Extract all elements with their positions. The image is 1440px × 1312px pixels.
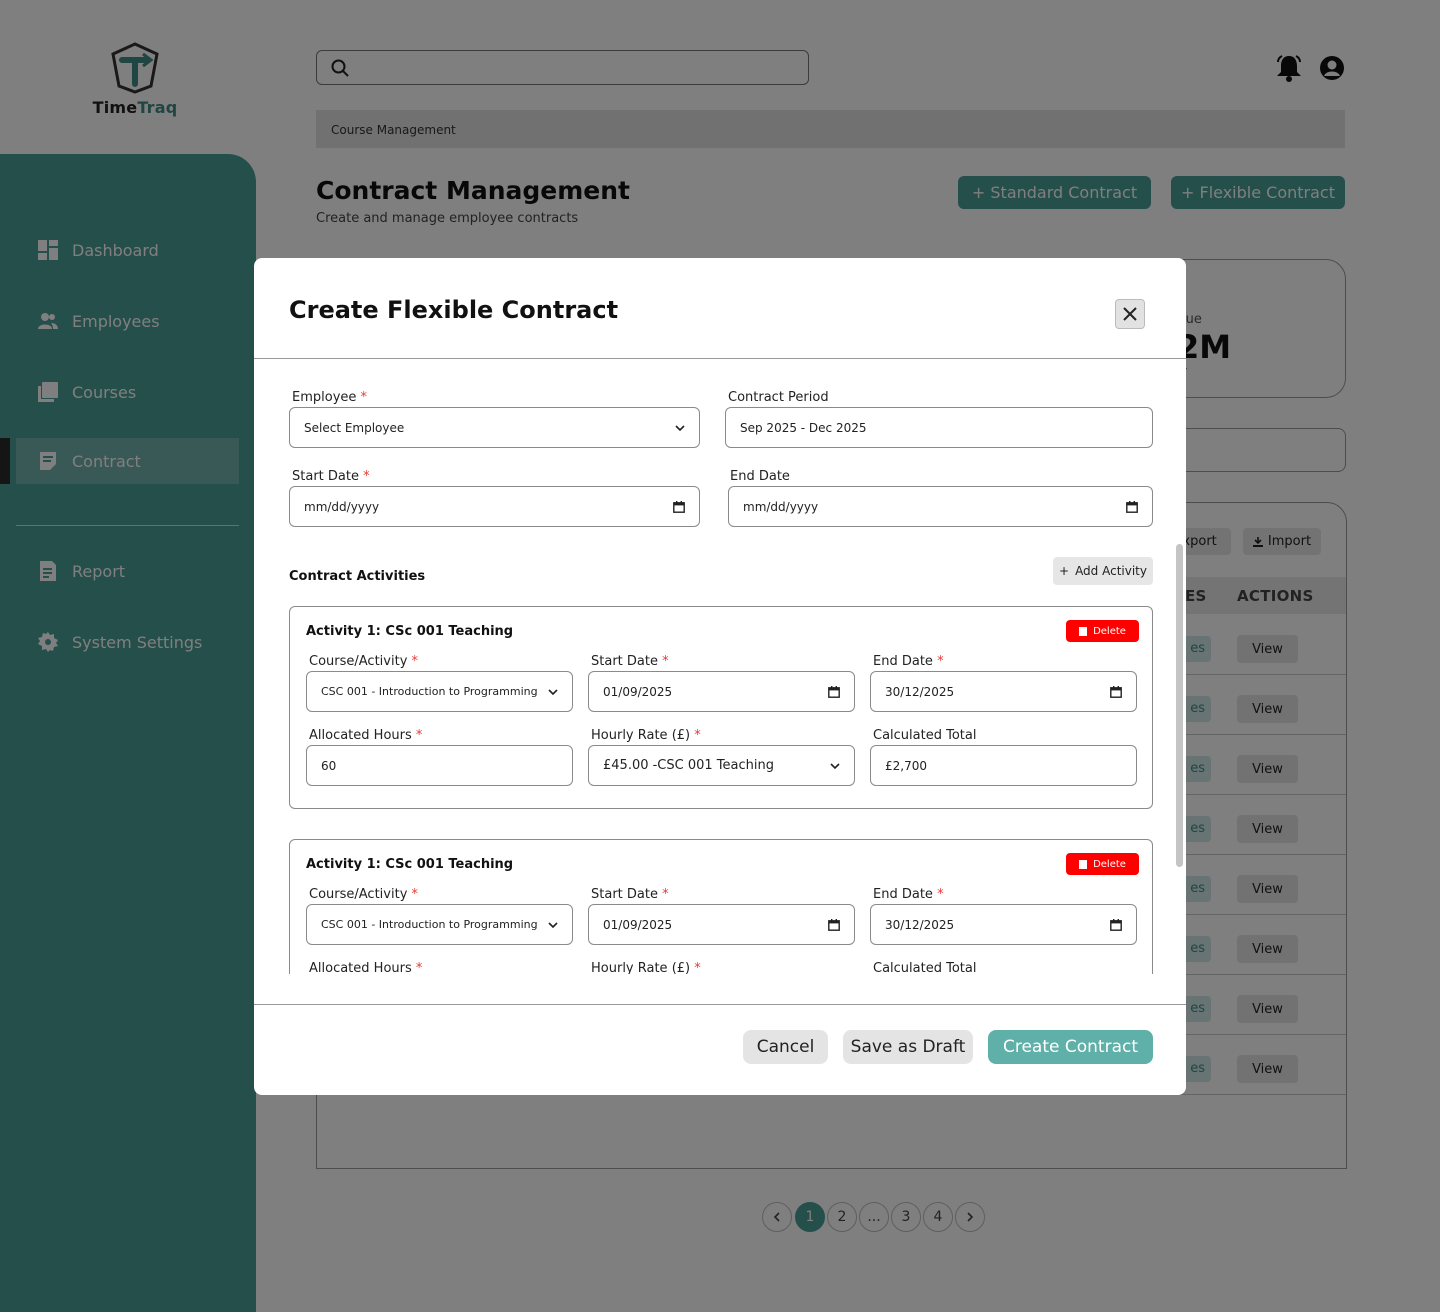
activity-end-date-input[interactable]: 30/12/2025 (870, 671, 1137, 712)
activity-start-date-input[interactable]: 01/09/2025 (588, 904, 855, 945)
activity-end-value: 30/12/2025 (885, 917, 955, 932)
delete-label: Delete (1093, 858, 1126, 870)
activity-start-value: 01/09/2025 (603, 684, 673, 699)
calculated-total-field: £2,700 (870, 745, 1137, 786)
activity-end-label: End Date * (873, 654, 944, 669)
chevron-down-icon (830, 762, 840, 769)
create-contract-button[interactable]: Create Contract (988, 1030, 1153, 1064)
hourly-rate-value: £45.00 -CSC 001 Teaching (603, 758, 774, 773)
close-button[interactable] (1115, 299, 1145, 329)
calendar-icon (828, 685, 840, 698)
start-date-label: Start Date * (292, 469, 370, 484)
activity-title: Activity 1: CSc 001 Teaching (306, 857, 514, 872)
rate-label: Hourly Rate (£) * (591, 728, 701, 743)
modal-title: Create Flexible Contract (289, 296, 619, 324)
employee-label: Employee * (292, 390, 368, 405)
allocated-hours-input[interactable]: 60 (306, 745, 573, 786)
start-date-placeholder: mm/dd/yyyy (304, 499, 380, 514)
chevron-down-icon (548, 921, 558, 928)
employee-select-value: Select Employee (304, 420, 405, 435)
activity-start-label: Start Date * (591, 654, 669, 669)
hours-label: Allocated Hours * (309, 728, 423, 743)
cancel-button[interactable]: Cancel (743, 1030, 828, 1064)
calculated-total-value: £2,700 (885, 758, 927, 773)
course-value: CSC 001 - Introduction to Programming (321, 685, 538, 698)
hours-label: Allocated Hours * (309, 961, 423, 974)
contract-period-value: Sep 2025 - Dec 2025 (740, 420, 867, 435)
delete-activity-button[interactable]: Delete (1066, 620, 1139, 642)
calendar-icon (1110, 918, 1122, 931)
activity-start-date-input[interactable]: 01/09/2025 (588, 671, 855, 712)
activity-end-date-input[interactable]: 30/12/2025 (870, 904, 1137, 945)
contract-period-label: Contract Period (728, 390, 829, 405)
chevron-down-icon (548, 688, 558, 695)
activity-start-label: Start Date * (591, 887, 669, 902)
start-date-input[interactable]: mm/dd/yyyy (289, 486, 700, 527)
activity-end-value: 30/12/2025 (885, 684, 955, 699)
delete-label: Delete (1093, 625, 1126, 637)
calendar-icon (673, 500, 685, 513)
end-date-placeholder: mm/dd/yyyy (743, 499, 819, 514)
employee-select[interactable]: Select Employee (289, 407, 700, 448)
end-date-label: End Date (730, 469, 790, 484)
save-draft-button[interactable]: Save as Draft (843, 1030, 973, 1064)
modal-scrollbar[interactable] (1176, 544, 1183, 867)
total-label: Calculated Total (873, 961, 977, 974)
allocated-hours-value: 60 (321, 758, 337, 773)
modal-footer-divider (254, 1004, 1186, 1005)
contract-activities-title: Contract Activities (289, 569, 426, 584)
course-label: Course/Activity * (309, 887, 419, 902)
course-select[interactable]: CSC 001 - Introduction to Programming (306, 904, 573, 945)
course-value: CSC 001 - Introduction to Programming (321, 918, 538, 931)
activity-title: Activity 1: CSc 001 Teaching (306, 624, 514, 639)
activity-end-label: End Date * (873, 887, 944, 902)
activity-card-1: Activity 1: CSc 001 Teaching Delete Cour… (289, 606, 1153, 809)
course-label: Course/Activity * (309, 654, 419, 669)
activity-card-2: Activity 1: CSc 001 Teaching Delete Cour… (289, 839, 1153, 974)
course-select[interactable]: CSC 001 - Introduction to Programming (306, 671, 573, 712)
chevron-down-icon (675, 424, 685, 431)
calendar-icon (1110, 685, 1122, 698)
add-activity-label: Add Activity (1075, 564, 1147, 578)
end-date-input[interactable]: mm/dd/yyyy (728, 486, 1153, 527)
create-flexible-contract-modal: Create Flexible Contract Employee * Sele… (254, 258, 1186, 1095)
activity-start-value: 01/09/2025 (603, 917, 673, 932)
trash-icon (1079, 859, 1088, 869)
contract-period-field[interactable]: Sep 2025 - Dec 2025 (725, 407, 1153, 448)
close-icon (1123, 307, 1137, 321)
modal-body: Employee * Select Employee Contract Peri… (254, 359, 1186, 974)
calendar-icon (828, 918, 840, 931)
trash-icon (1079, 626, 1088, 636)
rate-label: Hourly Rate (£) * (591, 961, 701, 974)
calendar-icon (1126, 500, 1138, 513)
total-label: Calculated Total (873, 728, 977, 743)
add-activity-button[interactable]: + Add Activity (1053, 557, 1153, 585)
plus-icon: + (1059, 564, 1070, 578)
delete-activity-button[interactable]: Delete (1066, 853, 1139, 875)
hourly-rate-select[interactable]: £45.00 -CSC 001 Teaching (588, 745, 855, 786)
